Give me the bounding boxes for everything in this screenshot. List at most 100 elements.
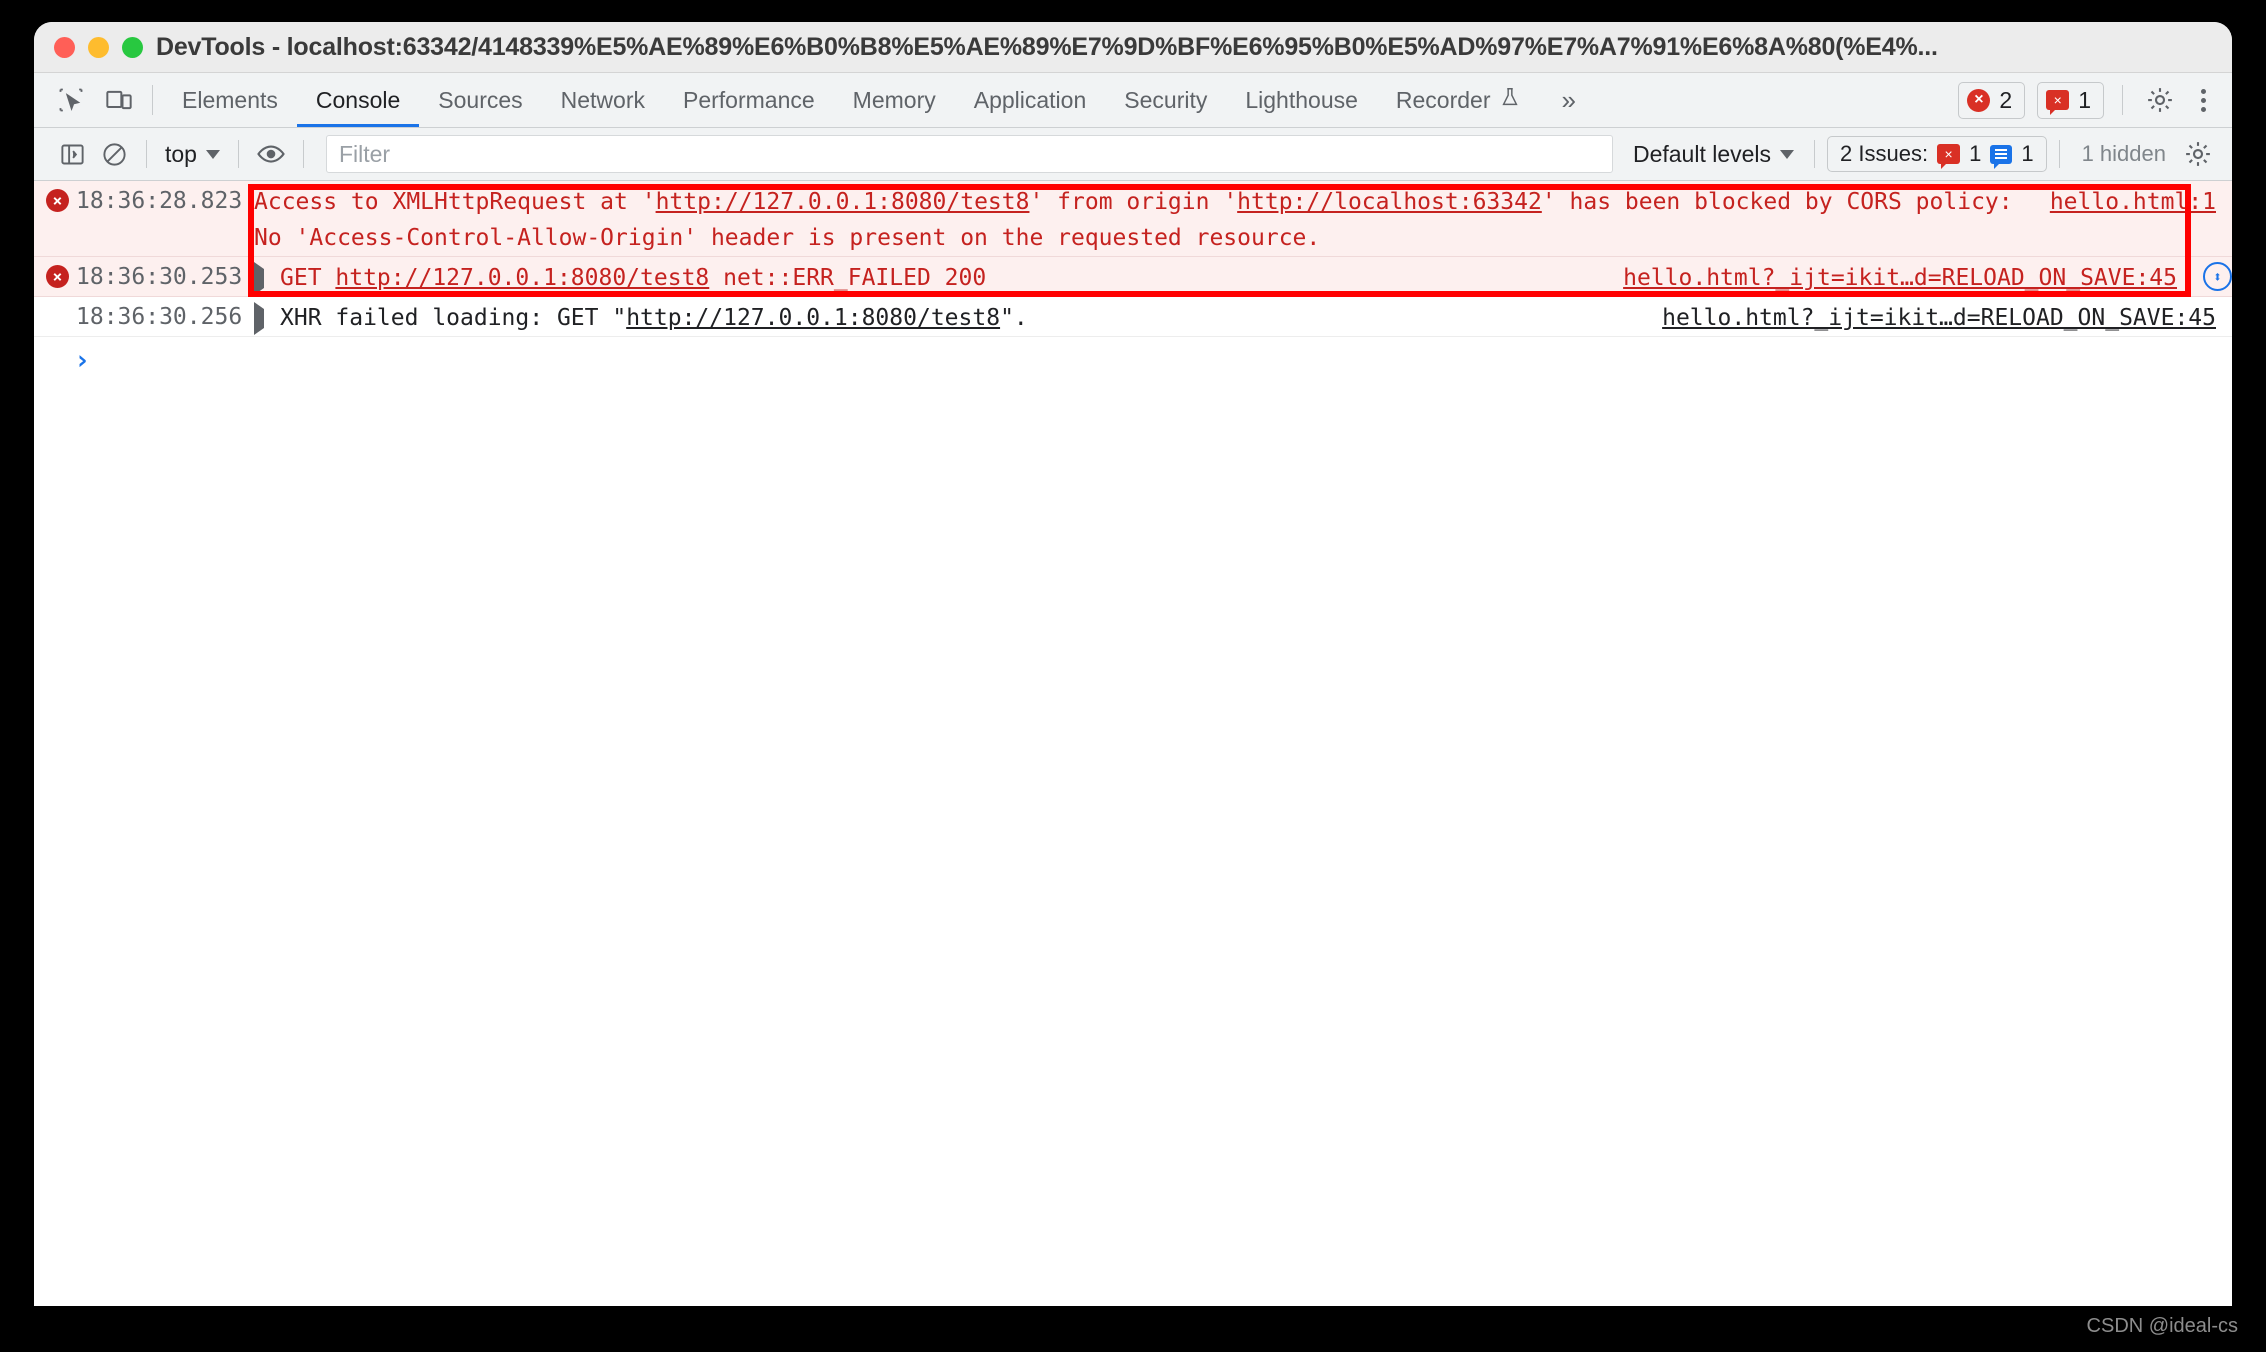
tab-label: Performance [683,86,815,113]
console-message-row[interactable]: × 18:36:28.823 Access to XMLHttpRequest … [34,181,2232,257]
log-levels-label: Default levels [1632,140,1772,167]
tab-label: Memory [852,86,936,113]
console-message-row[interactable]: 18:36:30.256 XHR failed loading: GET "ht… [34,297,2232,337]
tab-label: Application [973,86,1087,113]
tab-console[interactable]: Console [297,73,419,127]
console-toolbar: top Filter Default levels 2 Issues: × 1 … [34,128,2232,181]
screenshot-root: DevTools - localhost:63342/4148339%E5%AE… [0,0,2266,1352]
tabbar-divider [152,85,153,115]
error-circle-icon: × [46,265,69,288]
more-tabs-button[interactable]: » [1540,73,1598,127]
tab-application[interactable]: Application [955,73,1106,127]
toolbar-divider [237,140,239,168]
issues-error-count: 1 [1969,141,1982,166]
live-expression-icon[interactable] [251,134,291,174]
message-link[interactable]: http://127.0.0.1:8080/test8 [656,189,1030,215]
tab-lighthouse[interactable]: Lighthouse [1226,73,1377,127]
expand-arrow-icon[interactable] [254,257,280,295]
tab-label: Elements [182,86,278,113]
devtools-panel-tabs: Elements Console Sources Network Perform… [163,73,1540,127]
devtools-tool-icons [34,73,146,127]
devtools-tabbar-right: × 2 × 1 [1958,73,2232,127]
clear-console-icon[interactable] [94,134,134,174]
tab-elements[interactable]: Elements [163,73,297,127]
window-titlebar: DevTools - localhost:63342/4148339%E5%AE… [34,22,2232,73]
search-input[interactable]: Filter [325,135,1613,173]
message-icon-cell [34,297,76,305]
message-part: net::ERR_FAILED 200 [709,265,987,291]
console-prompt[interactable]: › [34,337,2232,383]
toolbar-divider [146,140,147,168]
context-selector-value: top [165,140,197,167]
issues-summary-chip[interactable]: 2 Issues: × 1 1 [1827,136,2047,172]
tab-recorder[interactable]: Recorder [1377,73,1540,127]
issue-count-chip[interactable]: × 1 [2037,81,2104,119]
watermark: CSDN @ideal-cs [2086,1315,2238,1337]
message-part: ' from origin ' [1029,189,1238,215]
error-circle-icon: × [46,189,69,212]
message-text: Access to XMLHttpRequest at 'http://127.… [254,181,2050,256]
inspect-element-icon[interactable] [52,81,90,119]
tab-security[interactable]: Security [1105,73,1226,127]
more-tabs-label: » [1561,84,1576,115]
message-link[interactable]: http://127.0.0.1:8080/test8 [335,265,709,291]
console-message-row[interactable]: × 18:36:30.253 GET http://127.0.0.1:8080… [34,257,2232,297]
console-message-list[interactable]: × 18:36:28.823 Access to XMLHttpRequest … [34,181,2232,1306]
tab-sources[interactable]: Sources [419,73,541,127]
message-timestamp: 18:36:30.256 [76,304,243,330]
chevron-down-icon [205,149,220,159]
message-link[interactable]: http://127.0.0.1:8080/test8 [626,305,1000,331]
toolbar-divider [302,140,304,168]
context-selector[interactable]: top [159,141,226,168]
tab-network[interactable]: Network [542,73,664,127]
devtools-tabbar: Elements Console Sources Network Perform… [34,73,2232,128]
prompt-caret-icon: › [74,344,91,376]
tabbar-right-divider [2122,85,2123,115]
message-source-link[interactable]: hello.html?_ijt=ikit…d=RELOAD_ON_SAVE:45 [1662,297,2232,336]
toolbar-divider [1814,140,1816,168]
issues-label: 2 Issues: [1840,141,1929,166]
experiment-flask-icon [1499,86,1521,114]
hidden-messages-count: 1 hidden [2081,141,2166,166]
issue-info-icon [1990,144,2013,169]
issues-info-count: 1 [2021,141,2034,166]
message-timestamp: 18:36:30.253 [76,264,243,290]
devtools-window: DevTools - localhost:63342/4148339%E5%AE… [34,22,2232,1306]
error-circle-icon: × [1967,88,1991,112]
message-part: ". [1000,305,1028,331]
expand-arrow-icon[interactable] [254,297,280,335]
toolbar-divider [2058,140,2060,168]
message-link[interactable]: http://localhost:63342 [1237,189,1542,215]
issue-bubble-icon: × [2046,90,2070,115]
tab-label: Network [560,86,645,113]
tab-performance[interactable]: Performance [664,73,834,127]
error-icon-cell: × [34,257,76,288]
kebab-menu-icon[interactable] [2191,88,2216,112]
tab-label: Console [315,86,401,113]
tab-label: Sources [438,86,523,113]
error-count-chip[interactable]: × 2 [1958,81,2026,119]
error-count: 2 [1999,86,2013,113]
chevron-down-icon [1780,149,1795,159]
message-text: GET http://127.0.0.1:8080/test8 net::ERR… [280,257,1623,296]
issue-error-icon: × [1937,144,1961,169]
gear-icon[interactable] [2141,81,2179,119]
message-timestamp: 18:36:28.823 [76,188,243,214]
message-source-link[interactable]: hello.html?_ijt=ikit…d=RELOAD_ON_SAVE:45 [1623,257,2193,296]
network-request-icon[interactable]: ⬍ [2203,262,2232,291]
message-part: Access to XMLHttpRequest at ' [254,189,656,215]
message-text: XHR failed loading: GET "http://127.0.0.… [280,297,1662,336]
window-title: DevTools - localhost:63342/4148339%E5%AE… [156,32,1938,61]
filter-placeholder: Filter [338,140,391,167]
device-toolbar-icon[interactable] [100,81,138,119]
message-part: XHR failed loading: GET " [280,305,627,331]
log-levels-selector[interactable]: Default levels [1625,141,1802,168]
tab-label: Lighthouse [1245,86,1358,113]
console-sidebar-icon[interactable] [52,134,92,174]
gear-icon[interactable] [2178,134,2218,174]
tab-label: Recorder [1395,86,1491,113]
tab-memory[interactable]: Memory [834,73,955,127]
message-source-cell: hello.html?_ijt=ikit…d=RELOAD_ON_SAVE:45… [1623,257,2232,296]
message-part: GET [280,265,336,291]
message-source-link[interactable]: hello.html:1 [2050,181,2232,220]
